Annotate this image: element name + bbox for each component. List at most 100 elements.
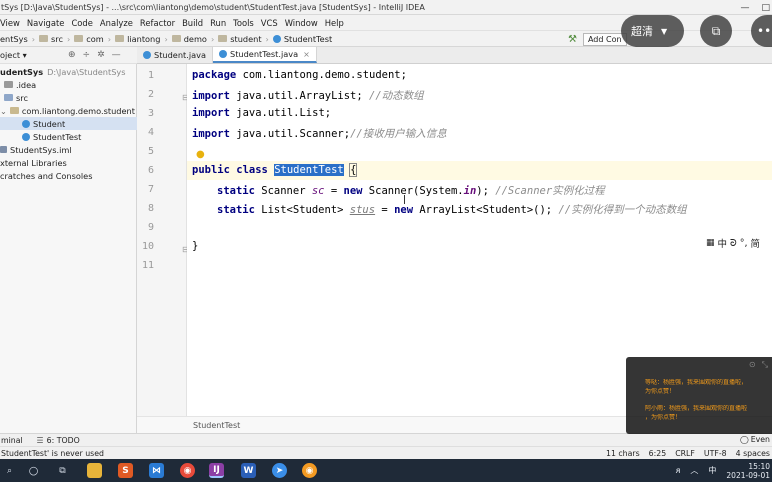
task-view-icon[interactable]: ⧉ [55,463,70,478]
word-icon[interactable]: W [241,463,256,478]
tree-item-external-libraries[interactable]: xternal Libraries [0,156,137,169]
locate-icon[interactable]: ⊕ [68,50,76,60]
code-line: import java.util.List; [192,107,331,119]
search-icon[interactable]: ⌕ [2,463,17,478]
minimize-button[interactable]: — [740,3,749,13]
menu-refactor[interactable]: Refactor [140,18,175,28]
editor-tabs: Student.java StudentTest.java × [137,47,772,64]
line-number: 7 [147,184,154,195]
chevron-right-icon: › [107,33,112,44]
ime-toolbar[interactable]: ▦ 中 ᘐ °, 简 [706,236,761,251]
terminal-tab[interactable]: minal [0,436,23,445]
text-cursor [404,195,408,204]
nav-crumb-com[interactable]: com › [74,34,111,44]
lightbulb-icon[interactable]: ● [196,149,205,160]
tree-item-package[interactable]: ⌄ com.liantong.demo.student [0,104,137,117]
ime-simplified[interactable]: 简 [751,236,761,250]
record-app-icon[interactable]: ◉ [302,463,317,478]
tab-student-java[interactable]: Student.java [137,47,213,63]
menu-navigate[interactable]: Navigate [27,18,65,28]
tab-studenttest-java[interactable]: StudentTest.java × [213,47,317,63]
line-separator[interactable]: CRLF [675,449,695,458]
tree-item-root[interactable]: udentSys D:\Java\StudentSys [0,65,137,78]
nav-crumb-src[interactable]: src › [39,34,70,44]
line-number: 6 [147,165,154,176]
chrome-icon[interactable]: ◉ [180,463,195,478]
folder-icon [218,35,228,42]
chat-controls: ⊙ ⤡ [749,360,768,370]
menu-view[interactable]: View [0,18,20,28]
sublime-icon[interactable]: S [118,463,133,478]
chevron-right-icon: › [31,33,36,44]
popout-button[interactable]: ⧉ [700,15,732,47]
menu-help[interactable]: Help [325,18,344,28]
collapse-all-icon[interactable]: ÷ [83,50,91,60]
operator: = [330,185,338,197]
menu-tools[interactable]: Tools [233,18,254,28]
maximize-button[interactable]: □ [761,3,770,13]
editor-breadcrumb-class[interactable]: StudentTest [193,421,240,430]
menu-window[interactable]: Window [285,18,318,28]
tree-item-studenttest[interactable]: StudentTest [0,130,137,143]
feishu-icon[interactable]: ➤ [272,463,287,478]
close-icon[interactable]: × [303,50,310,59]
module-file-icon [0,146,7,153]
tab-label: StudentTest.java [230,49,299,59]
quality-selector[interactable]: 超清 ▼ [621,15,684,47]
todo-tab[interactable]: 6: TODO [47,436,80,445]
nav-crumb-demo[interactable]: demo › [171,33,215,44]
collapse-icon[interactable]: ⤡ [762,360,768,370]
line-number: 2 [147,89,154,100]
ime-punctuation[interactable]: °, [740,238,748,249]
tree-item-idea[interactable]: .idea [0,78,137,91]
menu-run[interactable]: Run [210,18,226,28]
quality-label: 超清 [631,25,653,38]
intellij-icon[interactable]: IJ [209,463,224,478]
constructor-call: ArrayList<Student>(); [419,204,553,216]
keyword: public [192,164,230,176]
clock[interactable]: 15:10 2021-09-01 [726,462,770,480]
status-message[interactable]: StudentTest' is never used [0,449,104,458]
settings-icon[interactable]: ⊙ [749,360,756,370]
file-encoding[interactable]: UTF-8 [704,449,727,458]
input-method-indicator[interactable]: 中 [708,465,716,476]
keyword: package [192,69,237,81]
ime-mode[interactable]: 中 [718,236,728,250]
chevron-up-icon[interactable]: ︿ [690,465,698,476]
import-path: java.util.List; [236,107,332,119]
moon-icon[interactable]: ᘐ [730,238,737,249]
caret-position[interactable]: 6:25 [649,449,667,458]
nav-crumb-project[interactable]: entSys › [0,34,35,44]
gear-icon[interactable]: ✲ [97,50,105,60]
tree-item-student[interactable]: Student [0,117,137,130]
keyword: new [343,185,363,197]
keyword: static [217,204,255,216]
nav-crumb-student[interactable]: student › [218,34,269,44]
nav-crumb-label: entSys [0,33,28,44]
vscode-icon[interactable]: ⋈ [149,463,164,478]
grid-icon[interactable]: ▦ [706,238,715,248]
project-tree: udentSys D:\Java\StudentSys .idea src ⌄ … [0,64,137,433]
hide-panel-icon[interactable]: — [112,50,121,60]
project-view-selector[interactable]: oject ▾ [0,50,27,60]
menu-vcs[interactable]: VCS [261,18,278,28]
add-configuration-button[interactable]: Add Con [582,33,627,46]
tree-item-label: com.liantong.demo.student [21,105,135,116]
tree-item-iml[interactable]: StudentSys.iml [0,143,137,156]
tree-item-scratches[interactable]: cratches and Consoles [0,169,137,182]
nav-crumb-liantong[interactable]: liantong › [115,34,168,44]
menu-analyze[interactable]: Analyze [100,18,133,28]
indent-setting[interactable]: 4 spaces [736,449,770,458]
file-explorer-icon[interactable] [87,463,102,478]
menu-code[interactable]: Code [71,18,92,28]
people-icon[interactable]: ᴙ [676,466,681,475]
folder-icon [4,81,13,88]
tree-item-src[interactable]: src [0,91,137,104]
chevron-right-icon: › [210,33,215,44]
build-hammer-icon[interactable]: ⚒ [568,34,577,45]
menu-build[interactable]: Build [182,18,203,28]
event-log-tab[interactable]: ◯ Even [740,435,770,444]
nav-crumb-studenttest[interactable]: StudentTest [272,34,332,44]
cortana-icon[interactable]: ○ [26,463,41,478]
chat-message: 阿小雨：杨胜强，我来围观你的直播啦 [645,405,748,412]
